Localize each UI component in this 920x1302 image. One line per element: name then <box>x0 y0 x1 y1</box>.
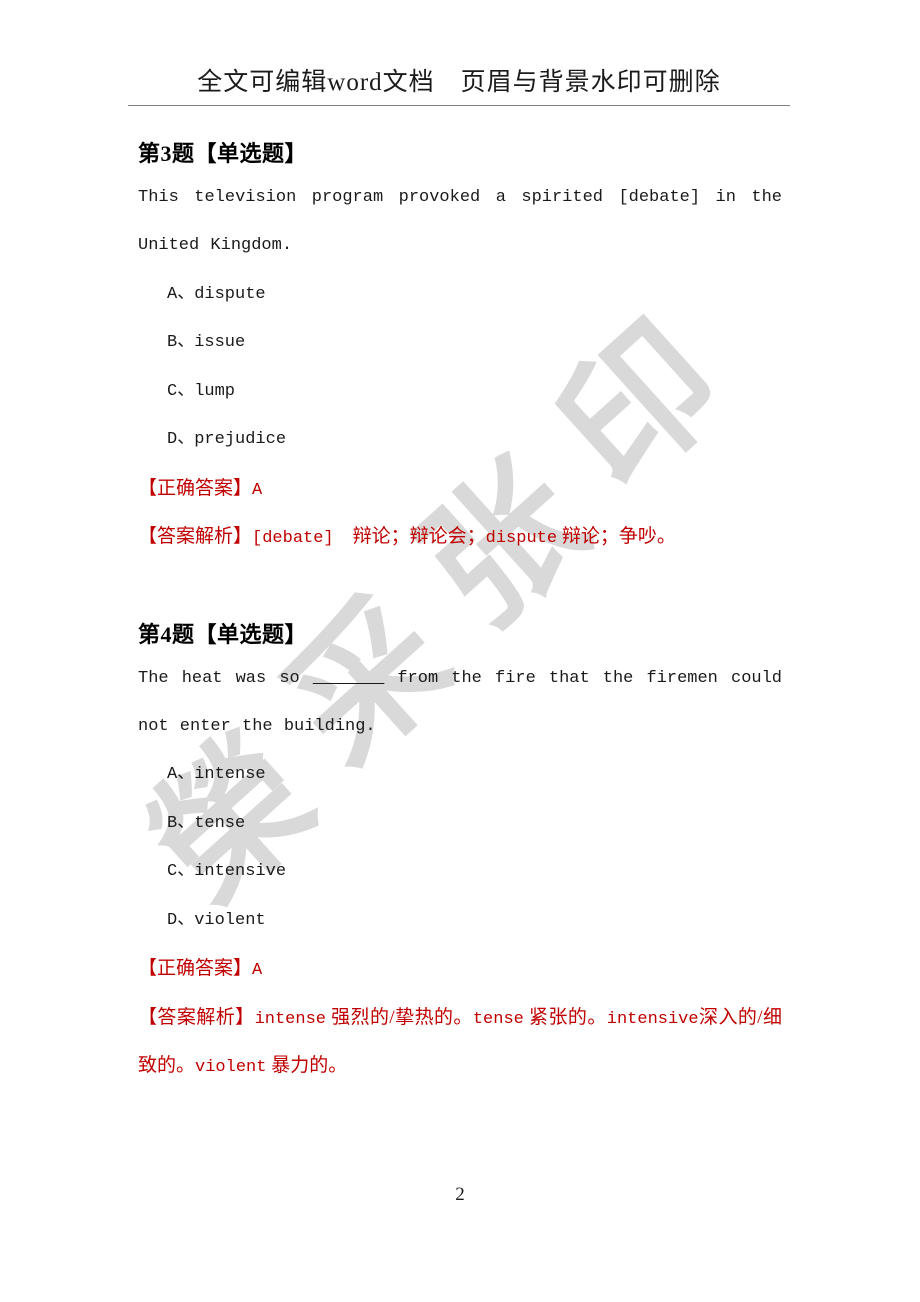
option-item[interactable]: A、intense <box>167 751 782 799</box>
explanation-term: tense <box>472 1009 524 1029</box>
question-title-4: 第4题【单选题】 <box>138 621 308 647</box>
explanation-term: [debate] <box>252 529 334 549</box>
option-list-3: A、dispute B、issue C、lump D、prejudice <box>138 271 782 465</box>
page-number: 2 <box>455 1184 465 1205</box>
question-stem-4: The heat was so _______ from the fire th… <box>138 655 782 752</box>
page-header: 全文可编辑word文档 页眉与背景水印可删除 <box>128 62 790 106</box>
correct-answer-4: 【正确答案】A <box>138 945 782 993</box>
explanation-text: 辩论；争吵。 <box>557 526 676 548</box>
option-item[interactable]: B、tense <box>167 800 782 848</box>
option-item[interactable]: A、dispute <box>167 271 782 319</box>
option-item[interactable]: D、prejudice <box>167 416 782 464</box>
option-item[interactable]: C、lump <box>167 368 782 416</box>
option-item[interactable]: C、intensive <box>167 848 782 896</box>
explanation-text: 强烈的/挚热的。 <box>325 1006 473 1028</box>
document-page: 全文可编辑word文档 页眉与背景水印可删除 第3题【单选题】 This tel… <box>0 0 920 1302</box>
explanation-label: 【答案解析】 <box>138 1006 255 1028</box>
header-divider <box>128 105 790 106</box>
document-body: 第3题【单选题】 This television program provoke… <box>138 137 782 1090</box>
page-header-text: 全文可编辑word文档 页眉与背景水印可删除 <box>197 69 721 96</box>
correct-answer-value: A <box>252 480 263 500</box>
option-item[interactable]: D、violent <box>167 897 782 945</box>
correct-answer-value: A <box>252 961 263 981</box>
explanation-label: 【答案解析】 <box>138 526 253 548</box>
explanation-term: violent <box>195 1058 267 1077</box>
explanation-text: 暴力的。 <box>266 1055 348 1076</box>
answer-explanation-3: 【答案解析】[debate] 辩论；辩论会；dispute 辩论；争吵。 <box>138 513 782 561</box>
correct-answer-label: 【正确答案】 <box>138 958 253 980</box>
answer-explanation-4: 【答案解析】intense 强烈的/挚热的。tense 紧张的。intensiv… <box>138 994 782 1091</box>
correct-answer-3: 【正确答案】A <box>138 465 782 513</box>
question-title-3: 第3题【单选题】 <box>138 141 308 166</box>
question-stem-3: This television program provoked a spiri… <box>138 188 782 256</box>
answer-blank[interactable]: _______ <box>313 655 384 703</box>
explanation-term: intensive <box>606 1009 699 1029</box>
option-item[interactable]: B、issue <box>167 319 782 367</box>
stem-part: The heat was so <box>138 668 313 688</box>
question-block-3: 第3题【单选题】 This television program provoke… <box>138 137 782 562</box>
explanation-term: intense <box>254 1009 326 1029</box>
explanation-text: 紧张的。 <box>523 1006 607 1028</box>
option-list-4: A、intense B、tense C、intensive D、violent <box>138 751 782 945</box>
correct-answer-label: 【正确答案】 <box>138 477 253 499</box>
question-block-4: 第4题【单选题】 The heat was so _______ from th… <box>138 618 782 1091</box>
explanation-text: 辩论；辩论会； <box>333 526 486 548</box>
explanation-term: dispute <box>485 529 558 549</box>
